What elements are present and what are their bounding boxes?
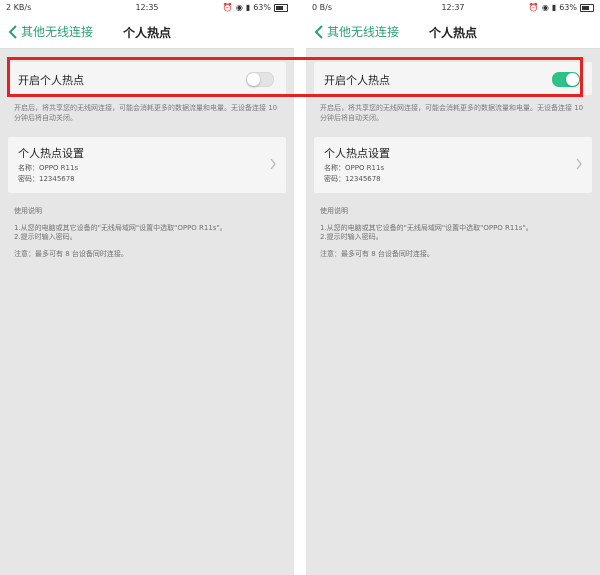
chevron-left-icon bbox=[314, 24, 323, 39]
hotspot-toggle-switch[interactable] bbox=[552, 72, 580, 87]
nav-bar: 其他无线连接 个人热点 bbox=[306, 16, 600, 49]
chevron-right-icon bbox=[576, 158, 582, 170]
usage-step-2: 2.提示时输入密码。 bbox=[14, 233, 77, 241]
battery-percent: 63% bbox=[559, 3, 577, 12]
usage-step-1: 1.从您的电脑或其它设备的"无线局域网"设置中选取"OPPO R11s"。 bbox=[320, 224, 533, 232]
screenshot-right: 0 B/s 12:37 ⏰ ◉ ▮ 63% 其他无线连接 个人热点 开启个人热点… bbox=[306, 0, 600, 575]
back-button[interactable]: 其他无线连接 bbox=[8, 23, 93, 40]
alarm-icon: ⏰ bbox=[528, 2, 539, 12]
hotspot-toggle-label: 开启个人热点 bbox=[18, 74, 84, 87]
back-label: 其他无线连接 bbox=[21, 25, 94, 39]
battery-percent: 63% bbox=[253, 3, 271, 12]
usage-heading: 使用说明 bbox=[320, 207, 348, 215]
hotspot-name: 名称：OPPO R11s bbox=[324, 164, 385, 172]
usage-instructions: 使用说明 1.从您的电脑或其它设备的"无线局域网"设置中选取"OPPO R11s… bbox=[320, 207, 586, 259]
hotspot-toggle-row: 开启个人热点 bbox=[314, 62, 592, 95]
hotspot-toggle-label: 开启个人热点 bbox=[324, 74, 390, 87]
toggle-knob bbox=[247, 73, 260, 86]
usage-step-2: 2.提示时输入密码。 bbox=[320, 233, 383, 241]
chevron-right-icon bbox=[270, 158, 276, 170]
back-label: 其他无线连接 bbox=[327, 25, 400, 39]
hotspot-settings-item[interactable]: 个人热点设置 名称：OPPO R11s 密码：12345678 bbox=[314, 137, 592, 193]
hotspot-description: 开启后，将共享您的无线网连接，可能会消耗更多的数据流量和电量。无设备连接 10 … bbox=[14, 104, 278, 122]
wifi-icon: ◉ bbox=[235, 2, 243, 12]
usage-note: 注意：最多可有 8 台设备同时连接。 bbox=[14, 250, 128, 258]
battery-icon bbox=[274, 3, 288, 12]
hotspot-toggle-row: 开启个人热点 bbox=[8, 62, 286, 95]
hotspot-password: 密码：12345678 bbox=[324, 175, 381, 183]
wifi-icon: ◉ bbox=[541, 2, 549, 12]
status-bar: 0 B/s 12:37 ⏰ ◉ ▮ 63% bbox=[306, 0, 600, 16]
hotspot-toggle-switch[interactable] bbox=[246, 72, 274, 87]
usage-instructions: 使用说明 1.从您的电脑或其它设备的"无线局域网"设置中选取"OPPO R11s… bbox=[14, 207, 280, 259]
hotspot-settings-item[interactable]: 个人热点设置 名称：OPPO R11s 密码：12345678 bbox=[8, 137, 286, 193]
status-icons: ⏰ ◉ ▮ 63% bbox=[223, 3, 288, 12]
hotspot-name: 名称：OPPO R11s bbox=[18, 164, 79, 172]
status-bar: 2 KB/s 12:35 ⏰ ◉ ▮ 63% bbox=[0, 0, 294, 16]
hotspot-description: 开启后，将共享您的无线网连接，可能会消耗更多的数据流量和电量。无设备连接 10 … bbox=[320, 104, 584, 122]
hotspot-password: 密码：12345678 bbox=[18, 175, 75, 183]
status-icons: ⏰ ◉ ▮ 63% bbox=[529, 3, 594, 12]
battery-icon bbox=[580, 3, 594, 12]
back-button[interactable]: 其他无线连接 bbox=[314, 23, 399, 40]
alarm-icon: ⏰ bbox=[222, 2, 233, 12]
signal-icon: ▮ bbox=[551, 2, 557, 12]
usage-step-1: 1.从您的电脑或其它设备的"无线局域网"设置中选取"OPPO R11s"。 bbox=[14, 224, 227, 232]
settings-title: 个人热点设置 bbox=[324, 147, 390, 160]
screenshot-left: 2 KB/s 12:35 ⏰ ◉ ▮ 63% 其他无线连接 个人热点 开启个人热… bbox=[0, 0, 294, 575]
chevron-left-icon bbox=[8, 24, 17, 39]
usage-note: 注意：最多可有 8 台设备同时连接。 bbox=[320, 250, 434, 258]
signal-icon: ▮ bbox=[245, 2, 251, 12]
toggle-knob bbox=[566, 73, 579, 86]
usage-heading: 使用说明 bbox=[14, 207, 42, 215]
nav-bar: 其他无线连接 个人热点 bbox=[0, 16, 294, 49]
settings-title: 个人热点设置 bbox=[18, 147, 84, 160]
